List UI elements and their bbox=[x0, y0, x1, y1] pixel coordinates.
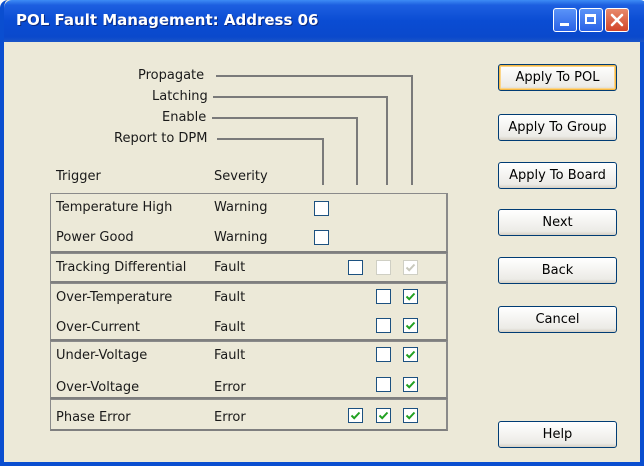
latching-checkbox[interactable] bbox=[376, 377, 391, 392]
propagate-column-label: Propagate bbox=[138, 68, 205, 83]
enable-leader-drop bbox=[356, 117, 358, 185]
trigger-label: Over-Current bbox=[56, 320, 140, 335]
enable-column-label: Enable bbox=[162, 110, 207, 125]
report-leader-drop bbox=[322, 138, 324, 185]
enable-checkbox[interactable] bbox=[348, 408, 363, 423]
checkmark-icon bbox=[405, 292, 416, 301]
cancel-button[interactable]: Cancel bbox=[498, 306, 617, 333]
checkmark-icon bbox=[405, 263, 416, 272]
propagate-checkbox[interactable] bbox=[403, 408, 418, 423]
trigger-label: Tracking Differential bbox=[56, 260, 187, 275]
severity-value: Fault bbox=[214, 320, 246, 335]
checkmark-icon bbox=[405, 350, 416, 359]
minimize-icon bbox=[560, 23, 569, 26]
title-bar[interactable]: POL Fault Management: Address 06 bbox=[4, 0, 644, 42]
close-button[interactable] bbox=[605, 8, 629, 32]
apply-to-board-button[interactable]: Apply To Board bbox=[498, 162, 617, 189]
report-to-dpm-checkbox[interactable] bbox=[314, 230, 329, 245]
latching-checkbox[interactable] bbox=[376, 408, 391, 423]
severity-value: Warning bbox=[214, 230, 268, 245]
severity-column-header: Severity bbox=[214, 169, 268, 184]
latching-leader-drop bbox=[386, 96, 388, 185]
next-button[interactable]: Next bbox=[498, 209, 617, 236]
propagate-checkbox[interactable] bbox=[403, 377, 418, 392]
latching-checkbox[interactable] bbox=[376, 318, 391, 333]
latching-checkbox[interactable] bbox=[376, 347, 391, 362]
trigger-label: Temperature High bbox=[56, 200, 173, 215]
severity-value: Fault bbox=[214, 260, 246, 275]
checkmark-icon bbox=[350, 411, 361, 420]
propagate-leader-drop bbox=[411, 75, 413, 185]
trigger-label: Over-Voltage bbox=[56, 380, 140, 395]
report-to-dpm-checkbox[interactable] bbox=[314, 201, 329, 216]
propagate-checkbox[interactable] bbox=[403, 289, 418, 304]
latching-checkbox-disabled[interactable] bbox=[403, 260, 418, 275]
trigger-label: Power Good bbox=[56, 230, 134, 245]
checkmark-icon bbox=[405, 321, 416, 330]
apply-to-pol-button[interactable]: Apply To POL bbox=[498, 64, 617, 91]
severity-value: Warning bbox=[214, 200, 268, 215]
latching-column-label: Latching bbox=[152, 89, 208, 104]
trigger-label: Under-Voltage bbox=[56, 348, 148, 363]
severity-value: Fault bbox=[214, 290, 246, 305]
help-button[interactable]: Help bbox=[498, 421, 617, 448]
trigger-label: Phase Error bbox=[56, 410, 131, 425]
severity-value: Fault bbox=[214, 348, 246, 363]
enable-leader-line bbox=[212, 117, 358, 119]
close-icon bbox=[610, 13, 624, 27]
latching-leader-line bbox=[213, 96, 388, 98]
report-to-dpm-checkbox[interactable] bbox=[348, 260, 363, 275]
fault-management-window: POL Fault Management: Address 06 Propaga… bbox=[0, 0, 644, 466]
propagate-checkbox[interactable] bbox=[403, 318, 418, 333]
propagate-checkbox[interactable] bbox=[403, 347, 418, 362]
report-to-dpm-column-label: Report to DPM bbox=[114, 131, 208, 146]
checkmark-icon bbox=[405, 411, 416, 420]
severity-value: Error bbox=[214, 410, 246, 425]
apply-to-group-button[interactable]: Apply To Group bbox=[498, 114, 617, 141]
propagate-leader-line bbox=[216, 75, 413, 77]
severity-value: Error bbox=[214, 380, 246, 395]
latching-checkbox[interactable] bbox=[376, 289, 391, 304]
minimize-button[interactable] bbox=[553, 8, 577, 32]
window-title: POL Fault Management: Address 06 bbox=[16, 11, 319, 29]
checkmark-icon bbox=[405, 380, 416, 389]
enable-checkbox-disabled[interactable] bbox=[376, 260, 391, 275]
maximize-icon bbox=[585, 14, 596, 24]
maximize-button[interactable] bbox=[579, 8, 603, 32]
report-leader-line bbox=[217, 138, 324, 140]
trigger-column-header: Trigger bbox=[56, 169, 101, 184]
trigger-label: Over-Temperature bbox=[56, 290, 173, 305]
back-button[interactable]: Back bbox=[498, 257, 617, 284]
checkmark-icon bbox=[378, 411, 389, 420]
